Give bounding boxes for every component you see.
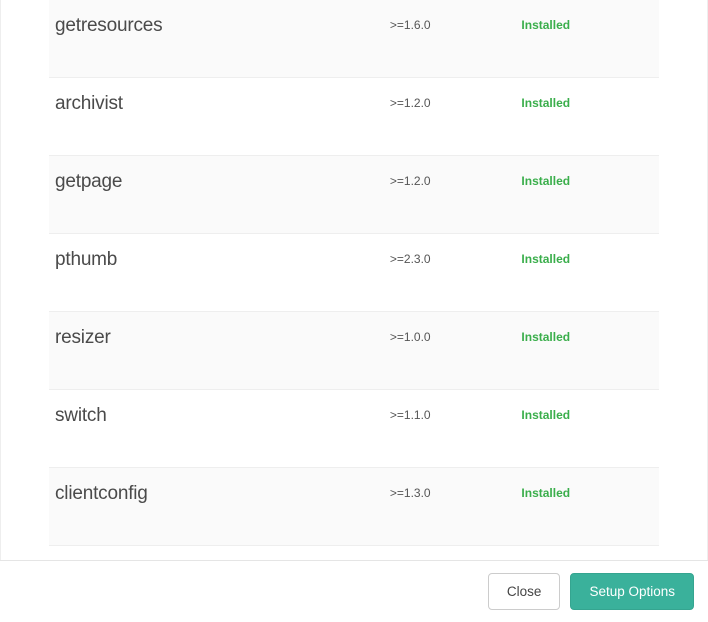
package-name: pthumb [55, 249, 390, 271]
package-name: switch [55, 405, 390, 427]
package-status: Installed [521, 249, 653, 266]
package-version: >=1.3.0 [390, 483, 522, 500]
package-version: >=1.0.0 [390, 327, 522, 344]
package-list: getresources>=1.6.0Installedarchivist>=1… [49, 0, 659, 546]
package-row[interactable]: archivist>=1.2.0Installed [49, 78, 659, 156]
package-status: Installed [521, 93, 653, 110]
package-row[interactable]: getresources>=1.6.0Installed [49, 0, 659, 78]
package-name: archivist [55, 93, 390, 115]
package-status: Installed [521, 171, 653, 188]
modal-footer: Close Setup Options [0, 560, 708, 622]
package-row[interactable]: pthumb>=2.3.0Installed [49, 234, 659, 312]
package-status: Installed [521, 15, 653, 32]
package-status: Installed [521, 405, 653, 422]
package-name: getresources [55, 15, 390, 37]
setup-options-button[interactable]: Setup Options [570, 573, 694, 610]
package-name: getpage [55, 171, 390, 193]
package-version: >=1.2.0 [390, 93, 522, 110]
package-row[interactable]: switch>=1.1.0Installed [49, 390, 659, 468]
package-name: resizer [55, 327, 390, 349]
package-version: >=1.2.0 [390, 171, 522, 188]
package-row[interactable]: getpage>=1.2.0Installed [49, 156, 659, 234]
close-button[interactable]: Close [488, 573, 561, 610]
package-status: Installed [521, 483, 653, 500]
package-list-container: getresources>=1.6.0Installedarchivist>=1… [0, 0, 708, 560]
package-row[interactable]: resizer>=1.0.0Installed [49, 312, 659, 390]
package-name: clientconfig [55, 483, 390, 505]
package-version: >=1.1.0 [390, 405, 522, 422]
package-version: >=1.6.0 [390, 15, 522, 32]
package-row[interactable]: clientconfig>=1.3.0Installed [49, 468, 659, 546]
package-version: >=2.3.0 [390, 249, 522, 266]
package-status: Installed [521, 327, 653, 344]
